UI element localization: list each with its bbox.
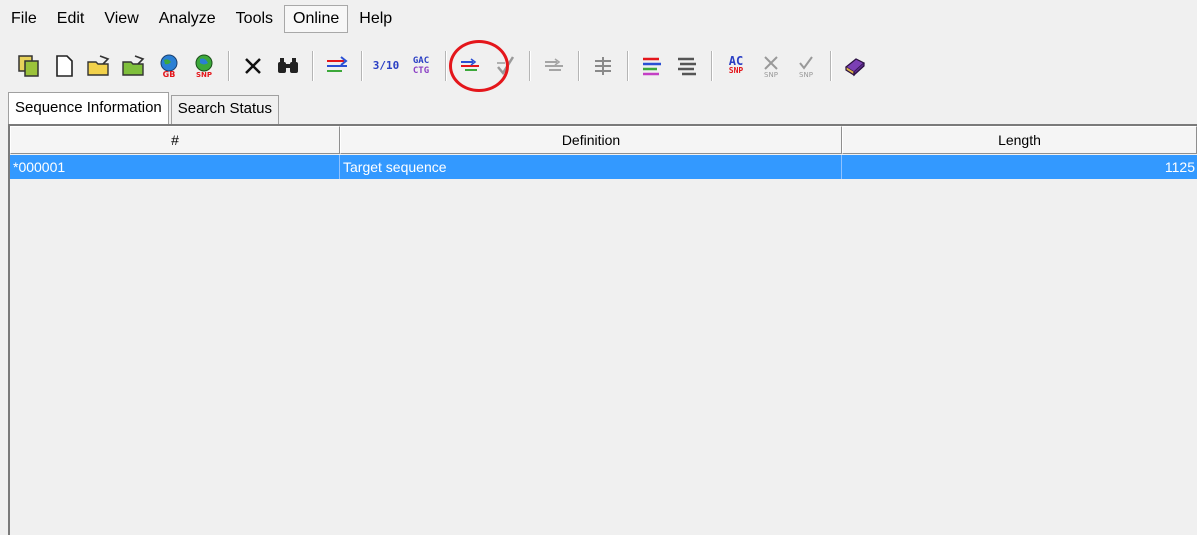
tree-align-icon: [588, 51, 618, 81]
copy-icon[interactable]: [14, 51, 44, 81]
open-folder-icon[interactable]: [84, 51, 114, 81]
remove-snp-icon: SNP: [756, 51, 786, 81]
snp-label: SNP: [196, 71, 212, 79]
gray-lines-icon[interactable]: [672, 51, 702, 81]
color-lines-left-icon[interactable]: [637, 51, 667, 81]
toolbar-separator: [228, 51, 230, 81]
menu-tools[interactable]: Tools: [227, 5, 282, 33]
toolbar-separator: [361, 51, 363, 81]
remove-snp-label: SNP: [764, 71, 778, 79]
table-row[interactable]: *000001 Target sequence 1125: [10, 155, 1197, 179]
column-header-number[interactable]: #: [10, 126, 340, 154]
ratio-label: 3/10: [372, 59, 400, 72]
toolbar-separator: [312, 51, 314, 81]
toolbar-separator: [529, 51, 531, 81]
toolbar-separator: [578, 51, 580, 81]
toolbar-separator: [627, 51, 629, 81]
sequence-merge-icon[interactable]: [322, 51, 352, 81]
toolbar-separator: [445, 51, 447, 81]
check-sequence-icon: [490, 51, 520, 81]
column-header-length[interactable]: Length: [842, 126, 1197, 154]
menu-view[interactable]: View: [95, 5, 147, 33]
align-disabled-icon: [539, 51, 569, 81]
snp-globe-icon[interactable]: SNP: [189, 51, 219, 81]
tab-search-status[interactable]: Search Status: [170, 95, 279, 124]
menu-analyze[interactable]: Analyze: [150, 5, 225, 33]
menu-bar: File Edit View Analyze Tools Online Help: [0, 0, 1197, 38]
toolbar-separator: [711, 51, 713, 81]
binoculars-icon[interactable]: [273, 51, 303, 81]
menu-file[interactable]: File: [2, 5, 46, 33]
gac-ctg-icon[interactable]: GAC CTG: [406, 51, 436, 81]
toolbar: GB SNP 3/10 GAC CTG AC SNP SNP SNP: [0, 40, 1197, 92]
table-header: # Definition Length: [10, 126, 1197, 154]
new-file-icon[interactable]: [49, 51, 79, 81]
genbank-globe-icon[interactable]: GB: [154, 51, 184, 81]
cell-definition: Target sequence: [340, 155, 842, 179]
book-icon[interactable]: [840, 51, 870, 81]
menu-edit[interactable]: Edit: [48, 5, 94, 33]
menu-online[interactable]: Online: [284, 5, 349, 33]
check-snp-label: SNP: [799, 71, 813, 79]
cell-length: 1125: [1164, 159, 1195, 175]
align-sequences-icon[interactable]: [455, 51, 485, 81]
open-sequence-folder-icon[interactable]: [119, 51, 149, 81]
delete-icon[interactable]: [238, 51, 268, 81]
menu-help[interactable]: Help: [350, 5, 401, 33]
ratio-icon[interactable]: 3/10: [371, 51, 401, 81]
ac-snp-icon[interactable]: AC SNP: [721, 51, 751, 81]
tab-sequence-information[interactable]: Sequence Information: [8, 92, 169, 124]
sequence-table: # Definition Length *000001 Target seque…: [8, 124, 1197, 535]
tab-strip: Sequence Information Search Status: [8, 92, 281, 124]
ac-snp-label: SNP: [728, 66, 744, 75]
cell-number: *000001: [10, 155, 340, 179]
column-header-definition[interactable]: Definition: [340, 126, 842, 154]
ctg-label: CTG: [412, 66, 430, 76]
ac-label: AC: [728, 54, 744, 68]
check-snp-icon: SNP: [791, 51, 821, 81]
toolbar-separator: [830, 51, 832, 81]
gac-label: GAC: [412, 56, 430, 66]
gb-label: GB: [163, 70, 176, 79]
